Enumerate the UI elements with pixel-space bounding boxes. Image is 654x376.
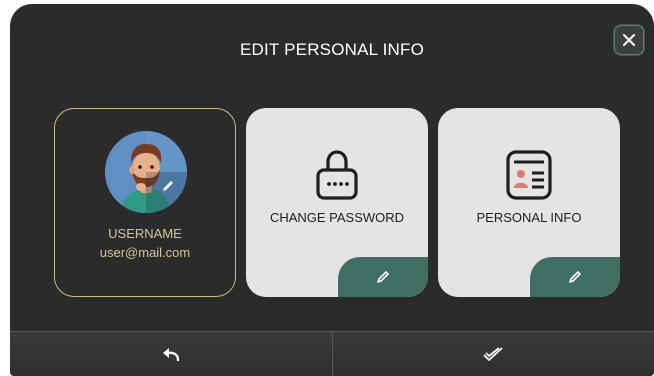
- avatar-edit-button[interactable]: [155, 173, 181, 199]
- pencil-icon: [569, 271, 581, 283]
- avatar[interactable]: [105, 131, 187, 213]
- pencil-icon: [163, 181, 173, 191]
- personal-info-card[interactable]: PERSONAL INFO: [438, 108, 620, 297]
- email-label: user@mail.com: [99, 245, 191, 260]
- change-password-label: CHANGE PASSWORD: [269, 210, 405, 225]
- change-password-card[interactable]: CHANGE PASSWORD: [246, 108, 428, 297]
- checkmark-icon: [483, 347, 503, 361]
- edit-personal-info-dialog: EDIT PERSONAL INFO USERNAME user@mail.co…: [10, 4, 654, 376]
- confirm-button[interactable]: [331, 332, 654, 376]
- lock-icon: [316, 150, 358, 200]
- close-button[interactable]: [613, 24, 645, 56]
- close-icon: [623, 34, 635, 46]
- profile-card[interactable]: USERNAME user@mail.com: [54, 108, 236, 297]
- personal-info-label: PERSONAL INFO: [476, 210, 582, 225]
- username-label: USERNAME: [108, 226, 182, 241]
- dialog-footer: [10, 331, 654, 376]
- dialog-title: EDIT PERSONAL INFO: [239, 40, 425, 59]
- personal-info-edit-button[interactable]: [530, 257, 620, 297]
- undo-icon: [162, 348, 179, 361]
- pencil-icon: [377, 271, 389, 283]
- back-button[interactable]: [10, 332, 332, 376]
- avatar-image: [105, 131, 187, 213]
- change-password-edit-button[interactable]: [338, 257, 428, 297]
- id-card-icon: [506, 150, 552, 200]
